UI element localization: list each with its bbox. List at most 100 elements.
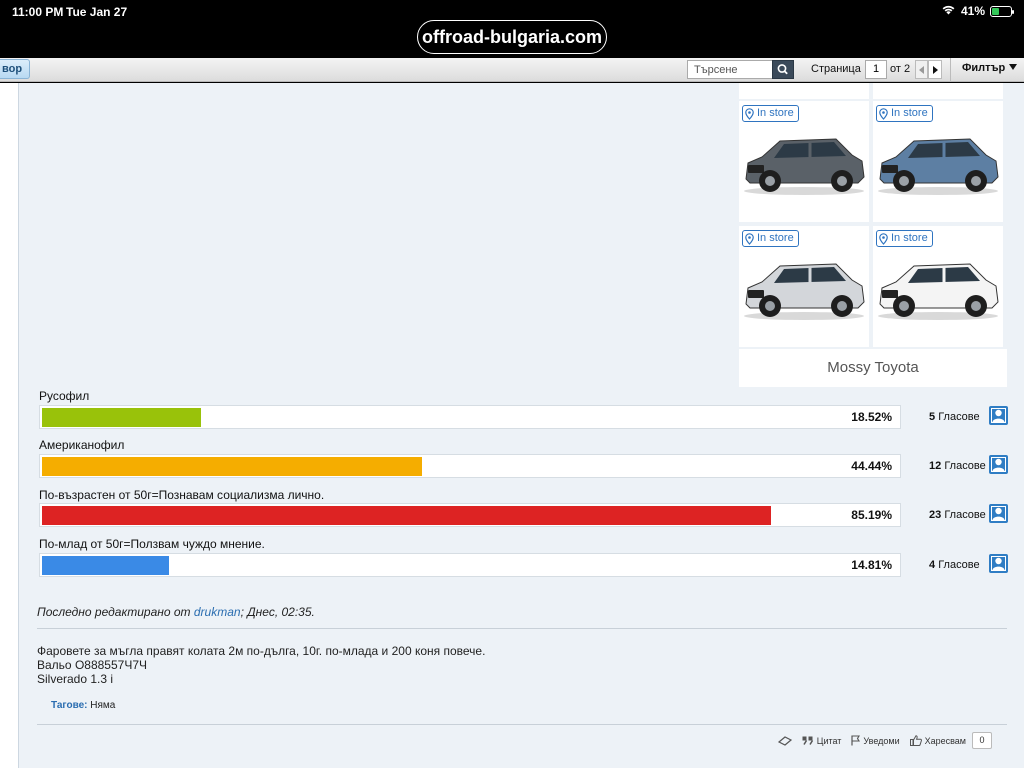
page-label: Страница bbox=[811, 63, 861, 75]
ad-brand-name[interactable]: Mossy Toyota bbox=[739, 349, 1007, 387]
car-image bbox=[878, 263, 999, 320]
view-voters-icon[interactable] bbox=[989, 455, 1008, 474]
badge-label: In store bbox=[891, 107, 928, 119]
ad-tile-top-left bbox=[739, 83, 869, 99]
filter-dropdown[interactable]: Филтър bbox=[962, 62, 1018, 74]
status-time: 11:00 PM bbox=[12, 5, 64, 19]
view-voters-icon[interactable] bbox=[989, 406, 1008, 425]
search-button[interactable] bbox=[772, 60, 794, 79]
car-grille bbox=[882, 165, 898, 173]
tags-label: Тагове: bbox=[51, 700, 88, 711]
in-store-badge: In store bbox=[742, 105, 799, 122]
page-number-input[interactable]: 1 bbox=[865, 60, 887, 79]
badge-label: In store bbox=[891, 232, 928, 244]
thumbs-up-icon bbox=[909, 735, 922, 746]
next-page-button[interactable] bbox=[928, 60, 942, 79]
vote-number: 23 bbox=[929, 509, 942, 521]
quote-icon bbox=[802, 736, 813, 745]
car-hub-rear bbox=[971, 301, 981, 311]
quote-label: Цитат bbox=[816, 735, 842, 746]
like-count: 0 bbox=[972, 732, 992, 749]
view-voters-icon[interactable] bbox=[989, 554, 1008, 573]
car-grille bbox=[748, 290, 764, 298]
votes-word: Гласове bbox=[944, 460, 986, 472]
signature-line: Фаровете за мъгла правят колата 2м по-дъ… bbox=[37, 644, 486, 658]
vote-number: 4 bbox=[929, 559, 936, 571]
poll-percent: 85.19% bbox=[851, 508, 892, 522]
actions-divider bbox=[37, 724, 1007, 725]
person-icon bbox=[991, 506, 1006, 521]
car-hub-front bbox=[765, 301, 775, 311]
car-hub-rear bbox=[837, 176, 847, 186]
last-edited-note: Последно редактирано от drukman; Днес, 0… bbox=[37, 605, 315, 619]
person-icon bbox=[991, 556, 1006, 571]
poll-bar: 14.81% bbox=[39, 553, 901, 577]
like-label: Харесвам bbox=[924, 735, 966, 746]
ad-tile[interactable]: In store bbox=[873, 101, 1003, 222]
flag-icon bbox=[851, 735, 861, 746]
person-icon bbox=[991, 457, 1006, 472]
poll-bar-fill bbox=[42, 408, 201, 427]
in-store-badge: In store bbox=[876, 230, 933, 247]
badge-label: In store bbox=[757, 232, 794, 244]
poll-option-label: Американофил bbox=[39, 438, 125, 452]
poll-bar-fill bbox=[42, 457, 422, 476]
poll-percent: 18.52% bbox=[851, 410, 892, 424]
person-icon bbox=[991, 408, 1006, 423]
location-pin-icon bbox=[879, 107, 888, 120]
url-bar[interactable]: offroad-bulgaria.com bbox=[417, 20, 607, 54]
editor-username-link[interactable]: drukman bbox=[194, 605, 241, 619]
page-total: от 2 bbox=[890, 63, 911, 75]
poll-option-label: По-възрастен от 50г=Познавам социализма … bbox=[39, 488, 325, 502]
signature-line: Silverado 1.3 i bbox=[37, 672, 114, 686]
advertisement[interactable]: In store In store In store In store Moss… bbox=[739, 83, 1007, 387]
poll-vote-count: 12 Гласове bbox=[929, 460, 986, 472]
reply-button[interactable]: вор bbox=[0, 59, 30, 79]
like-button[interactable]: Харесвам bbox=[909, 735, 966, 746]
poll-vote-count: 5 Гласове bbox=[929, 411, 980, 423]
votes-word: Гласове bbox=[944, 509, 986, 521]
toolbar-divider bbox=[950, 58, 951, 82]
post-actions: Цитат Уведоми Харесвам 0 bbox=[772, 732, 992, 749]
location-pin-icon bbox=[745, 232, 754, 245]
edited-date: ; Днес, 02:35. bbox=[240, 605, 315, 619]
quote-button[interactable]: Цитат bbox=[802, 735, 842, 746]
poll-bar: 85.19% bbox=[39, 503, 901, 527]
car-hub-rear bbox=[837, 301, 847, 311]
arrow-right-icon bbox=[933, 66, 938, 74]
badge-label: In store bbox=[757, 107, 794, 119]
reputation-button[interactable] bbox=[777, 735, 792, 746]
signature-line: Вальо О888557Ч7Ч bbox=[37, 658, 147, 672]
arrow-left-icon bbox=[919, 66, 924, 74]
location-pin-icon bbox=[745, 107, 754, 120]
forum-post: In store In store In store In store Moss… bbox=[18, 83, 1024, 768]
poll-bar: 44.44% bbox=[39, 454, 901, 478]
ad-tile[interactable]: In store bbox=[739, 101, 869, 222]
report-label: Уведоми bbox=[863, 735, 900, 746]
car-hub-rear bbox=[971, 176, 981, 186]
battery-icon bbox=[990, 5, 1014, 17]
view-voters-icon[interactable] bbox=[989, 504, 1008, 523]
car-grille bbox=[882, 290, 898, 298]
wifi-icon bbox=[941, 4, 956, 18]
poll-vote-count: 4 Гласове bbox=[929, 559, 980, 571]
car-hub-front bbox=[899, 301, 909, 311]
ad-tile-top-right bbox=[873, 83, 1003, 99]
tags: Тагове: Няма bbox=[51, 700, 115, 711]
thread-toolbar: вор Страница 1 от 2 Филтър bbox=[0, 58, 1024, 82]
poll-percent: 44.44% bbox=[851, 459, 892, 473]
vote-number: 12 bbox=[929, 460, 942, 472]
prev-page-button[interactable] bbox=[915, 60, 928, 79]
search-input[interactable] bbox=[687, 60, 773, 79]
car-image bbox=[878, 138, 999, 195]
ad-tile[interactable]: In store bbox=[873, 226, 1003, 347]
car-grille bbox=[748, 165, 764, 173]
votes-word: Гласове bbox=[938, 559, 980, 571]
report-button[interactable]: Уведоми bbox=[851, 735, 900, 746]
scales-icon bbox=[777, 735, 792, 746]
battery-percent: 41% bbox=[960, 4, 985, 18]
in-store-badge: In store bbox=[742, 230, 799, 247]
status-bar: 11:00 PM Tue Jan 27 41% offroad-bulgaria… bbox=[0, 0, 1024, 58]
ad-tile[interactable]: In store bbox=[739, 226, 869, 347]
poll-bar-fill bbox=[42, 506, 771, 525]
